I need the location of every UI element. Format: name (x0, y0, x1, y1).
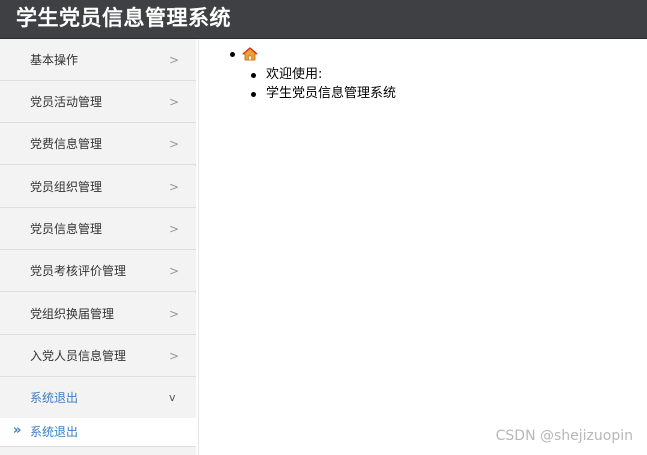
home-icon[interactable] (242, 47, 258, 61)
chevron-right-icon: > (169, 264, 180, 278)
submenu-item-system-exit[interactable]: » 系统退出 (0, 418, 196, 446)
sidebar-item-member-evaluation[interactable]: 党员考核评价管理 > (0, 250, 196, 292)
sidebar-item-label: 党员活动管理 (30, 95, 103, 109)
chevron-right-icon: > (169, 349, 180, 363)
sidebar-item-party-activity[interactable]: 党员活动管理 > (0, 81, 196, 123)
main-content: 欢迎使用: 学生党员信息管理系统 (200, 39, 647, 455)
double-chevron-right-icon: » (13, 423, 22, 438)
sidebar-footer (0, 446, 196, 455)
system-name-text: 学生党员信息管理系统 (266, 86, 397, 101)
chevron-right-icon: > (169, 53, 180, 67)
sidebar-divider (198, 39, 199, 455)
chevron-right-icon: > (169, 180, 180, 194)
list-bullet (251, 73, 256, 78)
chevron-right-icon: > (169, 137, 180, 151)
chevron-down-icon: v (169, 391, 176, 404)
chevron-right-icon: > (169, 307, 180, 321)
sidebar-item-party-dues[interactable]: 党费信息管理 > (0, 123, 196, 165)
welcome-text: 欢迎使用: (266, 67, 323, 82)
sidebar-item-label: 党员考核评价管理 (30, 264, 127, 278)
list-bullet (230, 52, 235, 57)
sidebar-nav: 基本操作 > 党员活动管理 > 党费信息管理 > 党员组织管理 > 党员信息管理… (0, 39, 196, 455)
sidebar-item-member-info[interactable]: 党员信息管理 > (0, 208, 196, 250)
list-bullet (251, 92, 256, 97)
sidebar-item-label: 系统退出 (30, 391, 79, 405)
watermark: CSDN @shejizuopin (495, 428, 633, 444)
sidebar-item-label: 入党人员信息管理 (30, 349, 127, 363)
sidebar-item-label: 党费信息管理 (30, 137, 103, 151)
sidebar-item-label: 基本操作 (30, 53, 79, 67)
sidebar-item-label: 党员信息管理 (30, 222, 103, 236)
sidebar-item-system-exit[interactable]: 系统退出 v (0, 377, 196, 419)
sidebar-item-label: 党组织换届管理 (30, 307, 115, 321)
sidebar-item-label: 党员组织管理 (30, 180, 103, 194)
submenu-item-label: 系统退出 (30, 425, 79, 439)
chevron-right-icon: > (169, 222, 180, 236)
sidebar-item-applicant-info[interactable]: 入党人员信息管理 > (0, 335, 196, 377)
sidebar-item-org-election[interactable]: 党组织换届管理 > (0, 293, 196, 335)
sidebar-item-party-organization[interactable]: 党员组织管理 > (0, 166, 196, 208)
app-header: 学生党员信息管理系统 (0, 0, 647, 39)
chevron-right-icon: > (169, 95, 180, 109)
sidebar-item-basic-operations[interactable]: 基本操作 > (0, 39, 196, 81)
app-title: 学生党员信息管理系统 (16, 6, 231, 30)
